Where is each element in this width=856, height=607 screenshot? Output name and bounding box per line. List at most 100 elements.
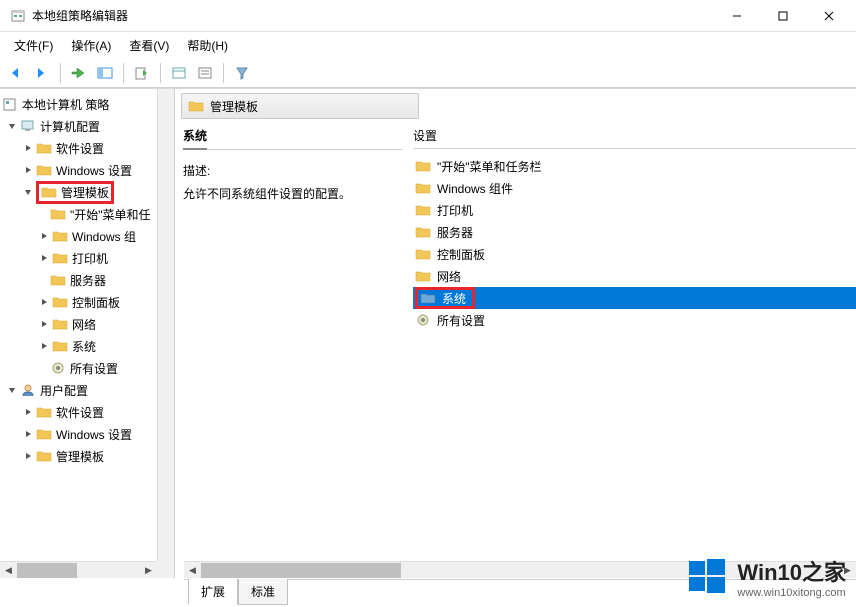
expand-icon[interactable] (22, 142, 34, 154)
windows-logo-icon (687, 557, 727, 597)
tree-user-admin-templates[interactable]: 管理模板 (0, 445, 174, 467)
folder-icon (36, 449, 52, 463)
expand-icon[interactable] (22, 164, 34, 176)
tree-user-config[interactable]: 用户配置 (0, 379, 174, 401)
folder-icon (415, 158, 433, 174)
tree-label: 控制面板 (72, 294, 120, 311)
folder-icon (50, 273, 66, 287)
app-icon (10, 8, 26, 24)
export-button[interactable] (130, 61, 154, 85)
setting-start-menu[interactable]: "开始"菜单和任务栏 (413, 155, 856, 177)
brand-url: www.win10xitong.com (737, 587, 846, 599)
description-column: 系统 描述: 允许不同系统组件设置的配置。 (183, 127, 413, 578)
expand-icon[interactable] (38, 318, 50, 330)
tree-label: 本地计算机 策略 (22, 96, 109, 113)
tree-computer-config[interactable]: 计算机配置 (0, 115, 174, 137)
folder-icon (188, 99, 204, 113)
setting-windows-components[interactable]: Windows 组件 (413, 177, 856, 199)
content-area: 本地计算机 策略 计算机配置 软件设置 Windows 设置 管理模板 "开始 (0, 88, 856, 578)
tab-extended[interactable]: 扩展 (188, 579, 238, 605)
tree-label: "开始"菜单和任 (70, 206, 151, 223)
tree-control-panel[interactable]: 控制面板 (0, 291, 174, 313)
filter-button[interactable] (230, 61, 254, 85)
tree-label: 管理模板 (61, 184, 109, 201)
setting-network[interactable]: 网络 (413, 265, 856, 287)
scroll-right-icon[interactable]: ▶ (140, 562, 157, 578)
minimize-button[interactable] (714, 1, 760, 31)
properties-button[interactable] (193, 61, 217, 85)
tree-network[interactable]: 网络 (0, 313, 174, 335)
menu-help[interactable]: 帮助(H) (179, 34, 236, 57)
tree-servers[interactable]: 服务器 (0, 269, 174, 291)
tree-system[interactable]: 系统 (0, 335, 174, 357)
tree-label: 用户配置 (40, 382, 88, 399)
menu-action[interactable]: 操作(A) (63, 34, 119, 57)
close-button[interactable] (806, 1, 852, 31)
settings-icon (415, 312, 433, 328)
tree-user-software[interactable]: 软件设置 (0, 401, 174, 423)
tree-windows-settings[interactable]: Windows 设置 (0, 159, 174, 181)
setting-control-panel[interactable]: 控制面板 (413, 243, 856, 265)
breadcrumb-header: 管理模板 (181, 93, 419, 119)
collapse-icon[interactable] (6, 384, 18, 396)
tree-root[interactable]: 本地计算机 策略 (0, 93, 174, 115)
tree-software-settings[interactable]: 软件设置 (0, 137, 174, 159)
folder-icon (52, 251, 68, 265)
scrollbar-corner (157, 561, 174, 578)
refresh-button[interactable] (167, 61, 191, 85)
tree-vertical-scrollbar[interactable] (157, 89, 174, 561)
tree-label: Windows 组 (72, 228, 136, 245)
user-icon (20, 383, 36, 397)
setting-system[interactable]: 系统 (413, 287, 856, 309)
tab-standard[interactable]: 标准 (238, 579, 288, 605)
tree-horizontal-scrollbar[interactable]: ◀ ▶ (0, 561, 157, 578)
tree-all-settings[interactable]: 所有设置 (0, 357, 174, 379)
tree-label: Windows 设置 (56, 426, 132, 443)
right-panel: 管理模板 系统 描述: 允许不同系统组件设置的配置。 设置 "开始"菜单和任务栏… (175, 89, 856, 578)
folder-icon (415, 246, 433, 262)
window-controls (714, 1, 852, 31)
scrollbar-thumb[interactable] (201, 563, 401, 578)
scroll-left-icon[interactable]: ◀ (184, 562, 201, 579)
folder-icon (41, 185, 57, 199)
titlebar: 本地组策略编辑器 (0, 0, 856, 32)
setting-servers[interactable]: 服务器 (413, 221, 856, 243)
setting-label: "开始"菜单和任务栏 (437, 158, 542, 175)
scrollbar-thumb[interactable] (17, 563, 77, 578)
tree-user-windows[interactable]: Windows 设置 (0, 423, 174, 445)
tree-start-menu[interactable]: "开始"菜单和任 (0, 203, 174, 225)
collapse-icon[interactable] (22, 186, 34, 198)
menu-file[interactable]: 文件(F) (6, 34, 61, 57)
setting-label: Windows 组件 (437, 180, 513, 197)
brand: Win10之家 www.win10xitong.com (737, 555, 846, 599)
tree-admin-templates[interactable]: 管理模板 (0, 181, 174, 203)
expand-icon[interactable] (38, 230, 50, 242)
forward-button[interactable] (30, 61, 54, 85)
watermark: Win10之家 www.win10xitong.com (687, 555, 846, 599)
description-text: 允许不同系统组件设置的配置。 (183, 185, 403, 202)
expand-icon[interactable] (22, 406, 34, 418)
toolbar-separator (160, 63, 161, 83)
maximize-button[interactable] (760, 1, 806, 31)
expand-icon[interactable] (22, 450, 34, 462)
scroll-left-icon[interactable]: ◀ (0, 562, 17, 578)
tree-windows-components[interactable]: Windows 组 (0, 225, 174, 247)
show-hide-tree-button[interactable] (93, 61, 117, 85)
setting-printers[interactable]: 打印机 (413, 199, 856, 221)
back-button[interactable] (4, 61, 28, 85)
collapse-icon[interactable] (6, 120, 18, 132)
expand-icon[interactable] (38, 252, 50, 264)
setting-label: 服务器 (437, 224, 473, 241)
expand-icon[interactable] (38, 340, 50, 352)
folder-icon (50, 207, 66, 221)
folder-icon (36, 405, 52, 419)
setting-all-settings[interactable]: 所有设置 (413, 309, 856, 331)
tree-printers[interactable]: 打印机 (0, 247, 174, 269)
up-button[interactable] (67, 61, 91, 85)
expand-icon[interactable] (22, 428, 34, 440)
expand-icon[interactable] (38, 296, 50, 308)
folder-icon (415, 224, 433, 240)
toolbar-separator (223, 63, 224, 83)
setting-label: 控制面板 (437, 246, 485, 263)
menu-view[interactable]: 查看(V) (121, 34, 177, 57)
